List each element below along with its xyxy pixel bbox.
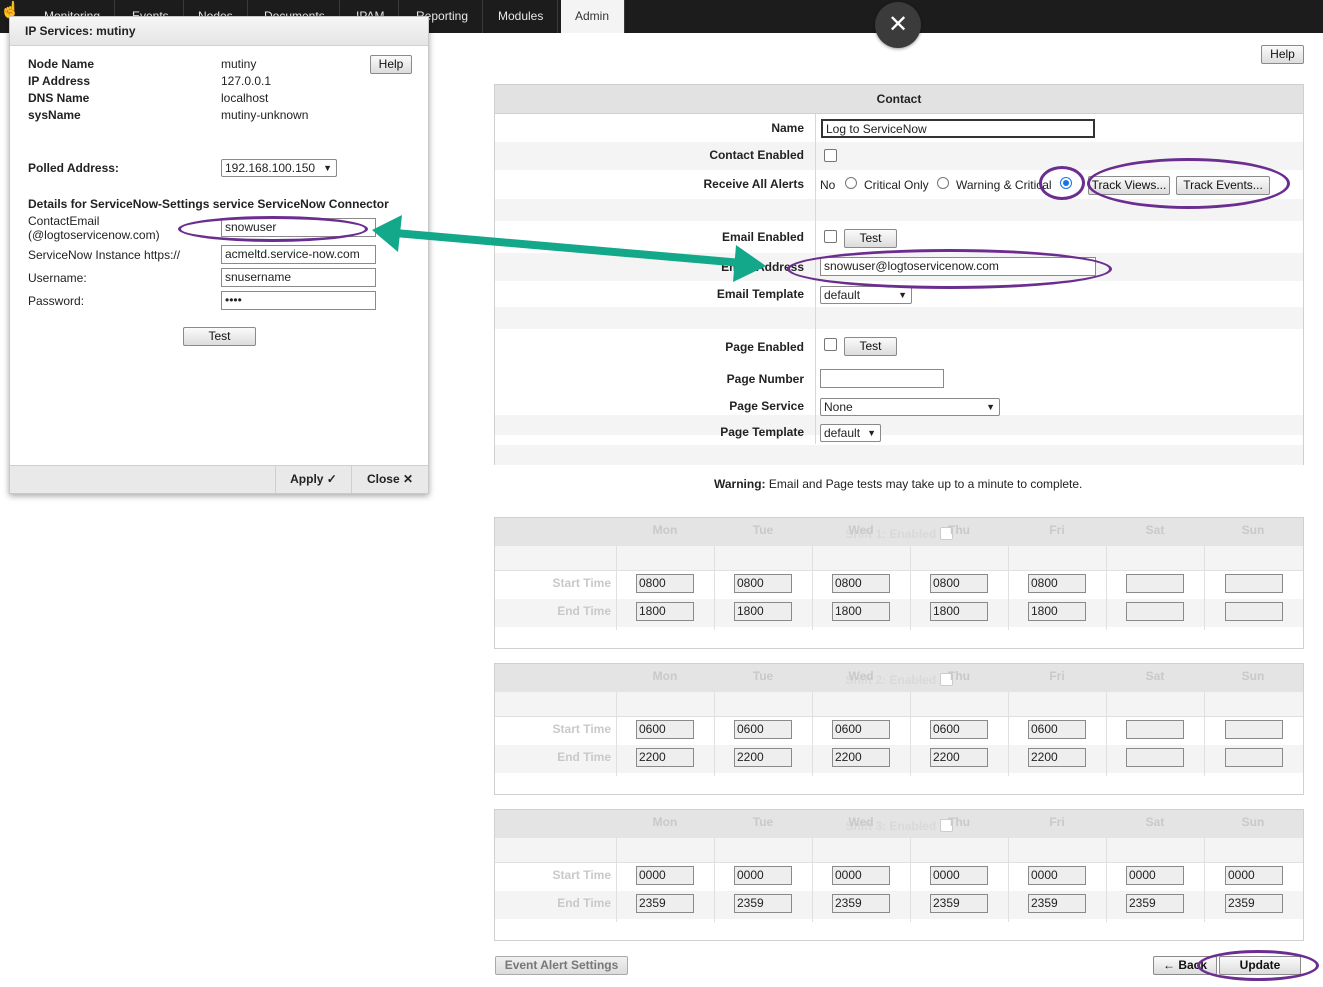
- double-arrow-icon: [372, 215, 766, 282]
